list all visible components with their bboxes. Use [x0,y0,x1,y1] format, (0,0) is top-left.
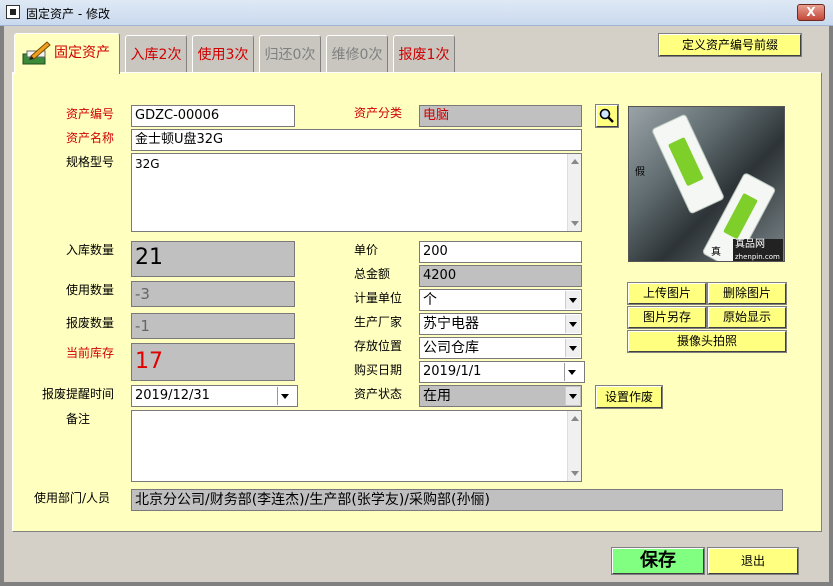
dept-label: 使用部门/人员 [34,491,111,505]
total-field: 4200 [419,265,582,287]
upload-image-button[interactable]: 上传图片 [627,282,707,305]
tab-scrap[interactable]: 报废1次 [393,35,455,73]
maker-dropdown[interactable] [565,315,580,333]
spec-text: 32G [135,157,160,171]
photo-text-fake: 假 [635,167,645,178]
camera-capture-button[interactable]: 摄像头拍照 [627,330,787,353]
total-label: 总金额 [354,267,391,281]
status-label: 资产状态 [354,387,403,401]
buy-date-field[interactable]: 2019/1/1 [419,361,585,383]
note-scrollbar[interactable] [567,411,581,481]
magnifier-icon [597,108,617,129]
price-field[interactable]: 200 [419,241,582,263]
unit-select[interactable]: 个 [419,289,582,311]
title-bar [0,0,833,26]
scrap-qty-field: -1 [131,313,295,339]
stock-label: 当前库存 [66,346,115,360]
asset-no-label: 资产编号 [66,107,115,121]
tab-label: 固定资产 [54,45,110,61]
tab-use[interactable]: 使用3次 [192,35,254,73]
location-select[interactable]: 公司仓库 [419,337,582,359]
usb-drive-image-1 [650,113,726,215]
category-search-button[interactable] [595,104,619,129]
photo-logo-sub: zhenpin.com [735,253,780,261]
unit-value: 个 [423,292,437,308]
remind-date-value: 2019/12/31 [135,388,210,403]
exit-button[interactable]: 退出 [707,547,799,575]
use-qty-label: 使用数量 [66,283,115,297]
dept-field: 北京分公司/财务部(李连杰)/生产部(张学友)/采购部(孙俪) [131,489,783,511]
tab-stock-in[interactable]: 入库2次 [125,35,187,73]
spec-label: 规格型号 [66,155,115,169]
set-void-button[interactable]: 设置作废 [595,385,663,409]
asset-name-label: 资产名称 [66,131,115,145]
buy-date-value: 2019/1/1 [423,364,482,379]
asset-no-field[interactable]: GDZC-00006 [131,105,295,127]
maker-value: 苏宁电器 [423,316,479,332]
close-button[interactable]: X [797,4,825,21]
maker-select[interactable]: 苏宁电器 [419,313,582,335]
remind-label: 报废提醒时间 [42,387,115,401]
pencil-icon [21,40,51,66]
buy-date-dropdown[interactable] [564,363,583,381]
spec-scrollbar[interactable] [567,154,581,231]
status-value: 在用 [423,388,451,404]
location-value: 公司仓库 [423,340,479,356]
unit-label: 计量单位 [354,291,403,305]
photo-text-real: 真 [711,247,721,258]
note-label: 备注 [66,412,91,426]
define-prefix-button[interactable]: 定义资产编号前缀 [658,33,802,57]
save-button[interactable]: 保存 [611,547,705,575]
asset-name-field[interactable]: 金士顿U盘32G [131,129,582,151]
status-select[interactable]: 在用 [419,385,582,407]
tab-fixed-asset[interactable]: 固定资产 [14,33,120,74]
maker-label: 生产厂家 [354,315,403,329]
app-icon [6,5,20,19]
delete-image-button[interactable]: 删除图片 [707,282,787,305]
use-qty-field: -3 [131,281,295,307]
spec-textarea[interactable]: 32G [131,153,582,232]
remind-date-field[interactable]: 2019/12/31 [131,385,298,407]
save-image-as-button[interactable]: 图片另存 [627,306,707,329]
price-label: 单价 [354,243,379,257]
remind-date-dropdown[interactable] [277,387,296,405]
window-title: 固定资产 - 修改 [26,7,110,21]
scrap-qty-label: 报废数量 [66,316,115,330]
category-label: 资产分类 [354,106,403,120]
tab-return[interactable]: 归还0次 [259,35,321,73]
status-dropdown[interactable] [565,387,580,405]
location-label: 存放位置 [354,339,403,353]
original-view-button[interactable]: 原始显示 [707,306,787,329]
buy-date-label: 购买日期 [354,363,403,377]
tab-repair[interactable]: 维修0次 [326,35,388,73]
stock-field: 17 [131,343,295,381]
category-field: 电脑 [419,105,582,127]
note-textarea[interactable] [131,410,582,482]
photo-logo: 真品网 zhenpin.com [733,239,783,261]
photo-logo-text: 真品网 [735,239,765,250]
location-dropdown[interactable] [565,339,580,357]
in-qty-label: 入库数量 [66,243,115,257]
unit-dropdown[interactable] [565,291,580,309]
asset-photo: 假 真 真品网 zhenpin.com [628,106,785,262]
in-qty-field: 21 [131,241,295,277]
